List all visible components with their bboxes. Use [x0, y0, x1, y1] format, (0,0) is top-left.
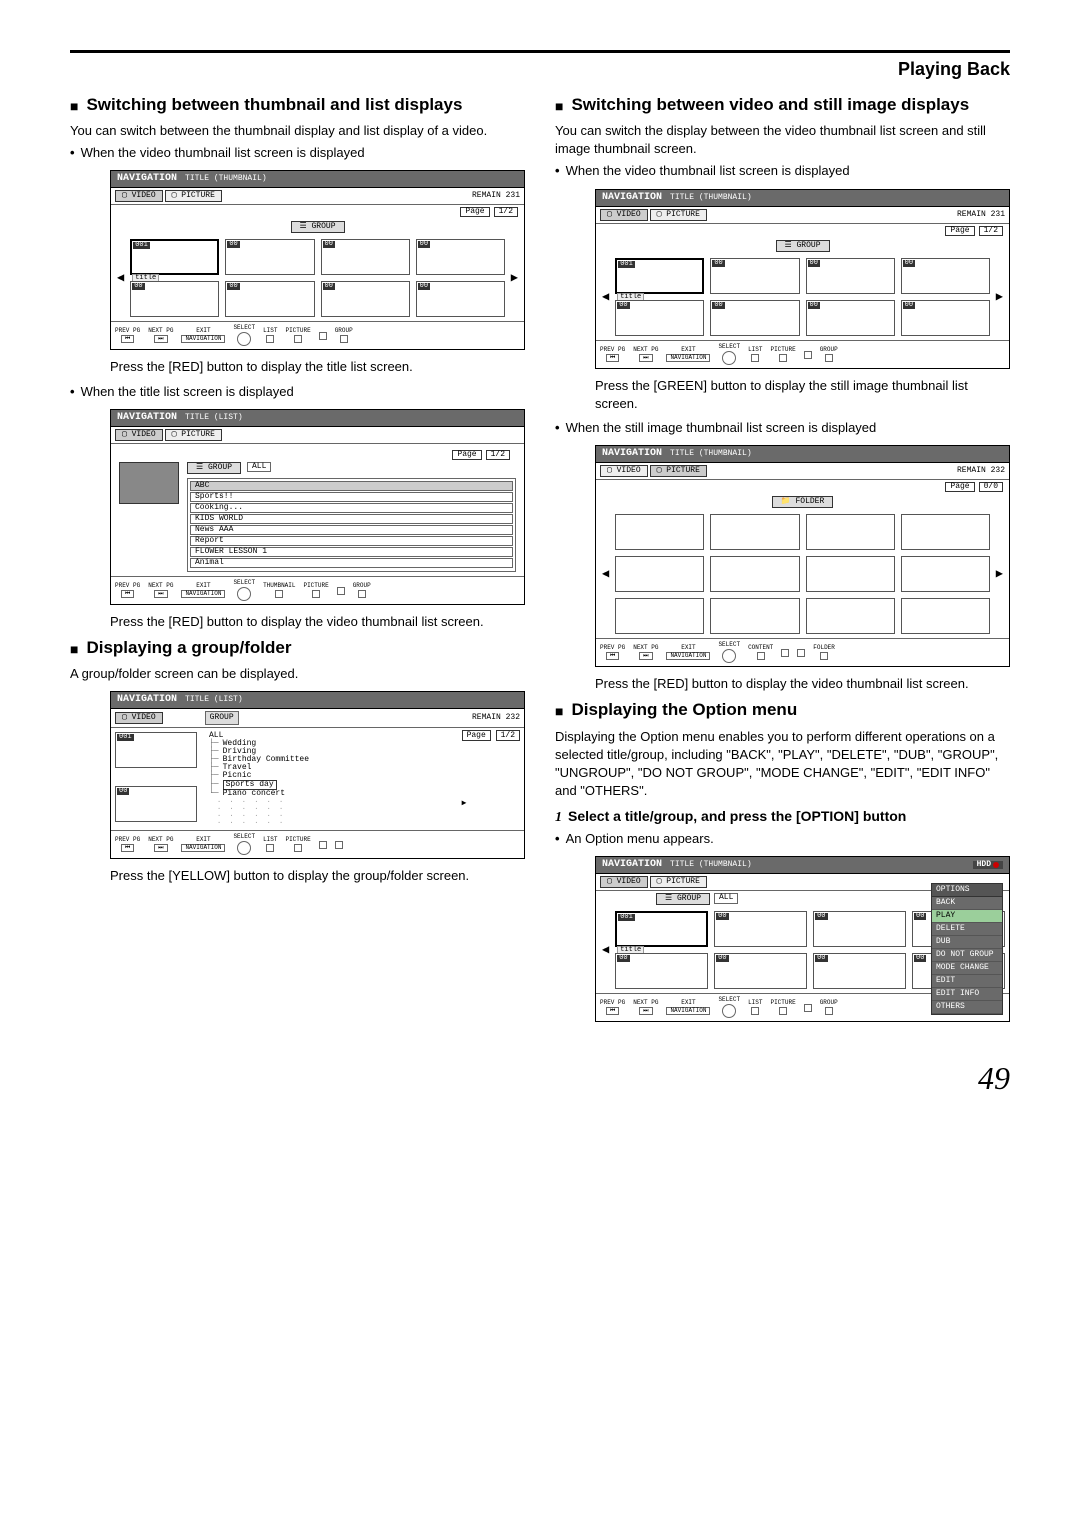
section-title: Switching between video and still image …	[571, 94, 969, 116]
ui-screenshot: NAVIGATIONTITLE (LIST) ▢ VIDEO GROUP REM…	[110, 691, 525, 859]
section-heading: ■ Switching between thumbnail and list d…	[70, 94, 525, 116]
bullet-line: •When the still image thumbnail list scr…	[555, 419, 1010, 437]
section-title: Displaying a group/folder	[86, 637, 291, 659]
ui-screenshot: NAVIGATIONTITLE (THUMBNAIL) ▢ VIDEO ▢ PI…	[595, 445, 1010, 667]
body-text: You can switch the display between the v…	[555, 122, 1010, 158]
caption: Press the [RED] button to display the vi…	[595, 675, 1010, 693]
square-bullet-icon: ■	[70, 640, 78, 658]
header-rule	[70, 50, 1010, 53]
caption: Press the [YELLOW] button to display the…	[110, 867, 525, 885]
caption: Press the [GREEN] button to display the …	[595, 377, 1010, 413]
bullet-line: •When the video thumbnail list screen is…	[555, 162, 1010, 180]
section-heading: ■ Displaying a group/folder	[70, 637, 525, 659]
bullet-line: •An Option menu appears.	[555, 830, 1010, 848]
section-title: Switching between thumbnail and list dis…	[86, 94, 462, 116]
caption: Press the [RED] button to display the vi…	[110, 613, 525, 631]
record-icon	[993, 862, 999, 868]
ui-screenshot: NAVIGATIONTITLE (THUMBNAIL) HDD ▢ VIDEO …	[595, 856, 1010, 1022]
square-bullet-icon: ■	[555, 97, 563, 115]
section-heading: ■ Switching between video and still imag…	[555, 94, 1010, 116]
next-arrow-icon: ▶	[509, 272, 520, 284]
bullet-line: •When the title list screen is displayed	[70, 383, 525, 401]
option-menu: OPTIONS BACK PLAY DELETE DUB DO NOT GROU…	[931, 883, 1003, 1015]
prev-arrow-icon: ◀	[115, 272, 126, 284]
body-text: A group/folder screen can be displayed.	[70, 665, 525, 683]
body-text: Displaying the Option menu enables you t…	[555, 728, 1010, 801]
section-heading: ■ Displaying the Option menu	[555, 699, 1010, 721]
square-bullet-icon: ■	[555, 702, 563, 720]
ui-screenshot: NAVIGATIONTITLE (THUMBNAIL) ▢ VIDEO ▢ PI…	[595, 189, 1010, 369]
left-column: ■ Switching between thumbnail and list d…	[70, 94, 525, 1030]
ui-screenshot: NAVIGATIONTITLE (THUMBNAIL) ▢ VIDEO ▢ PI…	[110, 170, 525, 350]
page-header: Playing Back	[70, 59, 1010, 80]
page-number: 49	[70, 1060, 1010, 1097]
bullet-line: •When the video thumbnail list screen is…	[70, 144, 525, 162]
right-column: ■ Switching between video and still imag…	[555, 94, 1010, 1030]
square-bullet-icon: ■	[70, 97, 78, 115]
body-text: You can switch between the thumbnail dis…	[70, 122, 525, 140]
step-instruction: 1Select a title/group, and press the [OP…	[555, 808, 1010, 826]
section-title: Displaying the Option menu	[571, 699, 797, 721]
two-column-layout: ■ Switching between thumbnail and list d…	[70, 94, 1010, 1030]
caption: Press the [RED] button to display the ti…	[110, 358, 525, 376]
ui-screenshot: NAVIGATIONTITLE (LIST) ▢ VIDEO ▢ PICTURE…	[110, 409, 525, 605]
